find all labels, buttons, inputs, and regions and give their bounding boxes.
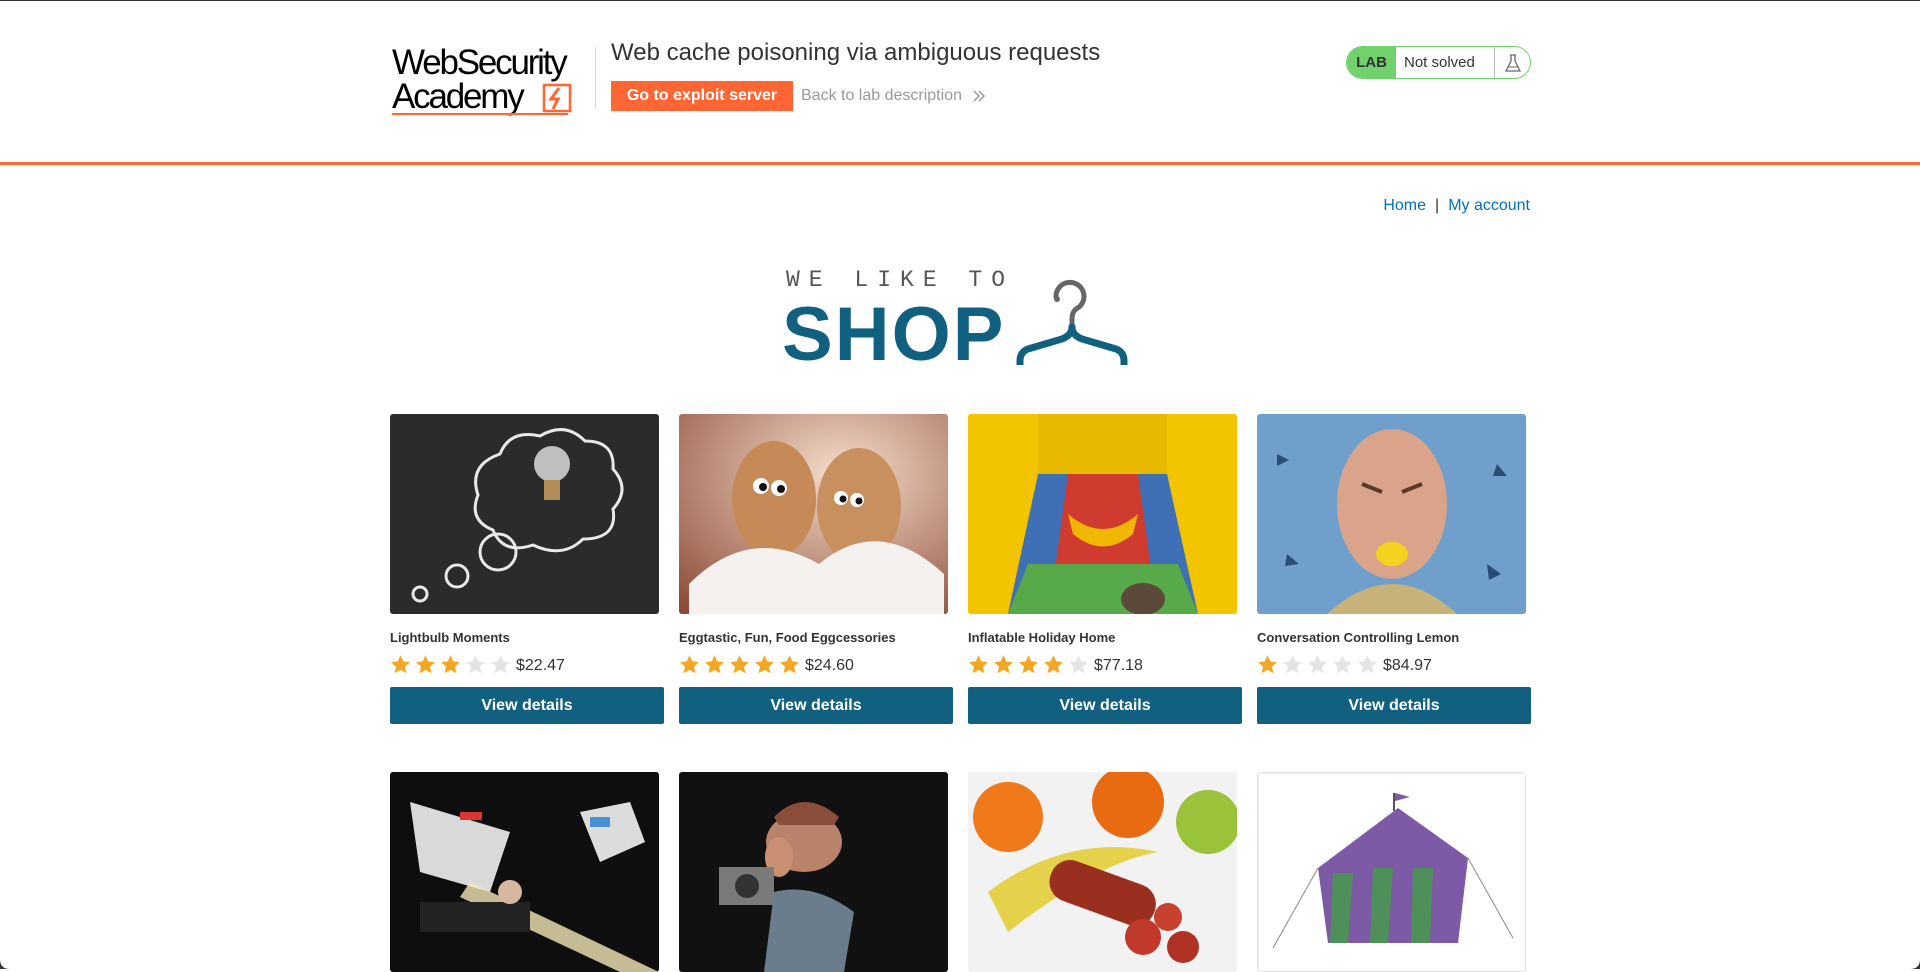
product-name: Inflatable Holiday Home	[968, 630, 1116, 645]
logo-line-2: Academy	[392, 77, 525, 116]
fruit-sausage-image[interactable]	[968, 772, 1237, 972]
inflatable-image[interactable]	[968, 414, 1237, 614]
star-empty-icon	[1358, 654, 1377, 673]
product-card: Lightbulb Moments $22.47 View details	[390, 414, 664, 724]
banner-tagline: WE LIKE TO	[786, 267, 1015, 293]
star-filled-icon	[1044, 654, 1063, 673]
window-corner-right	[1910, 959, 1920, 969]
product-price: $77.18	[1094, 657, 1143, 674]
lightbulb-image[interactable]	[390, 414, 659, 614]
nav-separator: |	[1435, 197, 1440, 214]
product-rating-row: $22.47	[390, 653, 664, 675]
star-filled-icon	[680, 654, 699, 673]
laser-tag-image[interactable]	[390, 772, 659, 972]
star-empty-icon	[491, 654, 510, 673]
product-rating-row: $77.18	[968, 653, 1242, 675]
star-filled-icon	[1019, 654, 1038, 673]
product-name: Conversation Controlling Lemon	[1257, 630, 1460, 645]
star-filled-icon	[416, 654, 435, 673]
product-rating-row: $24.60	[679, 653, 953, 675]
lab-status-widget: LAB Not solved	[1346, 46, 1531, 79]
account-nav: Home | My account	[1383, 197, 1530, 215]
double-chevron-right-icon	[973, 90, 986, 102]
eggs-image[interactable]	[679, 414, 948, 614]
tent-image[interactable]	[1257, 772, 1526, 972]
photographer-image[interactable]	[679, 772, 948, 972]
lab-title: Web cache poisoning via ambiguous reques…	[611, 39, 1101, 66]
product-card	[679, 772, 953, 972]
hanger-icon	[1016, 279, 1128, 365]
star-rating	[679, 654, 800, 675]
lightning-bolt-icon	[542, 83, 572, 113]
star-empty-icon	[1069, 654, 1088, 673]
star-rating	[1257, 654, 1378, 675]
star-rating	[390, 654, 511, 675]
view-details-button[interactable]: View details	[390, 687, 664, 724]
home-link[interactable]: Home	[1383, 197, 1426, 214]
back-link-label: Back to lab description	[801, 87, 962, 104]
product-card: Conversation Controlling Lemon $84.97 View…	[1257, 414, 1531, 724]
star-filled-icon	[441, 654, 460, 673]
product-price: $22.47	[516, 657, 565, 674]
my-account-link[interactable]: My account	[1448, 197, 1530, 214]
star-filled-icon	[1258, 654, 1277, 673]
star-empty-icon	[1283, 654, 1302, 673]
logo-line-1: WebSecurity	[392, 43, 568, 82]
product-card: Inflatable Holiday Home $77.18 View detail…	[968, 414, 1242, 724]
product-name: Eggtastic, Fun, Food Eggcessories	[679, 630, 896, 645]
product-rating-row: $84.97	[1257, 653, 1531, 675]
product-name: Lightbulb Moments	[390, 630, 510, 645]
lemon-image[interactable]	[1257, 414, 1526, 614]
view-details-button[interactable]: View details	[1257, 687, 1531, 724]
view-details-button[interactable]: View details	[968, 687, 1242, 724]
product-card: Eggtastic, Fun, Food Eggcessories $24.60 V…	[679, 414, 953, 724]
star-filled-icon	[994, 654, 1013, 673]
view-details-button[interactable]: View details	[679, 687, 953, 724]
star-filled-icon	[730, 654, 749, 673]
logo-underline	[392, 113, 568, 115]
product-card	[968, 772, 1242, 972]
lab-status-text: Not solved	[1404, 54, 1475, 71]
star-filled-icon	[755, 654, 774, 673]
star-filled-icon	[391, 654, 410, 673]
star-rating	[968, 654, 1089, 675]
banner-title: SHOP	[782, 292, 1006, 377]
header-divider	[595, 47, 596, 109]
shop-banner: WE LIKE TO SHOP	[780, 265, 1140, 377]
star-filled-icon	[969, 654, 988, 673]
product-price: $84.97	[1383, 657, 1432, 674]
back-to-lab-description-link[interactable]: Back to lab description	[801, 87, 986, 105]
star-filled-icon	[780, 654, 799, 673]
window-corner-left	[0, 959, 10, 969]
lab-header: WebSecurity Academy Web cache poisoning …	[0, 1, 1920, 165]
star-filled-icon	[705, 654, 724, 673]
star-empty-icon	[1333, 654, 1352, 673]
product-card	[390, 772, 664, 972]
product-price: $24.60	[805, 657, 854, 674]
star-empty-icon	[1308, 654, 1327, 673]
lab-tag: LAB	[1347, 47, 1396, 78]
web-security-academy-logo[interactable]: WebSecurity Academy	[392, 45, 590, 119]
go-to-exploit-server-button[interactable]: Go to exploit server	[611, 81, 793, 111]
product-card	[1257, 772, 1531, 972]
star-empty-icon	[466, 654, 485, 673]
flask-icon	[1494, 47, 1530, 78]
